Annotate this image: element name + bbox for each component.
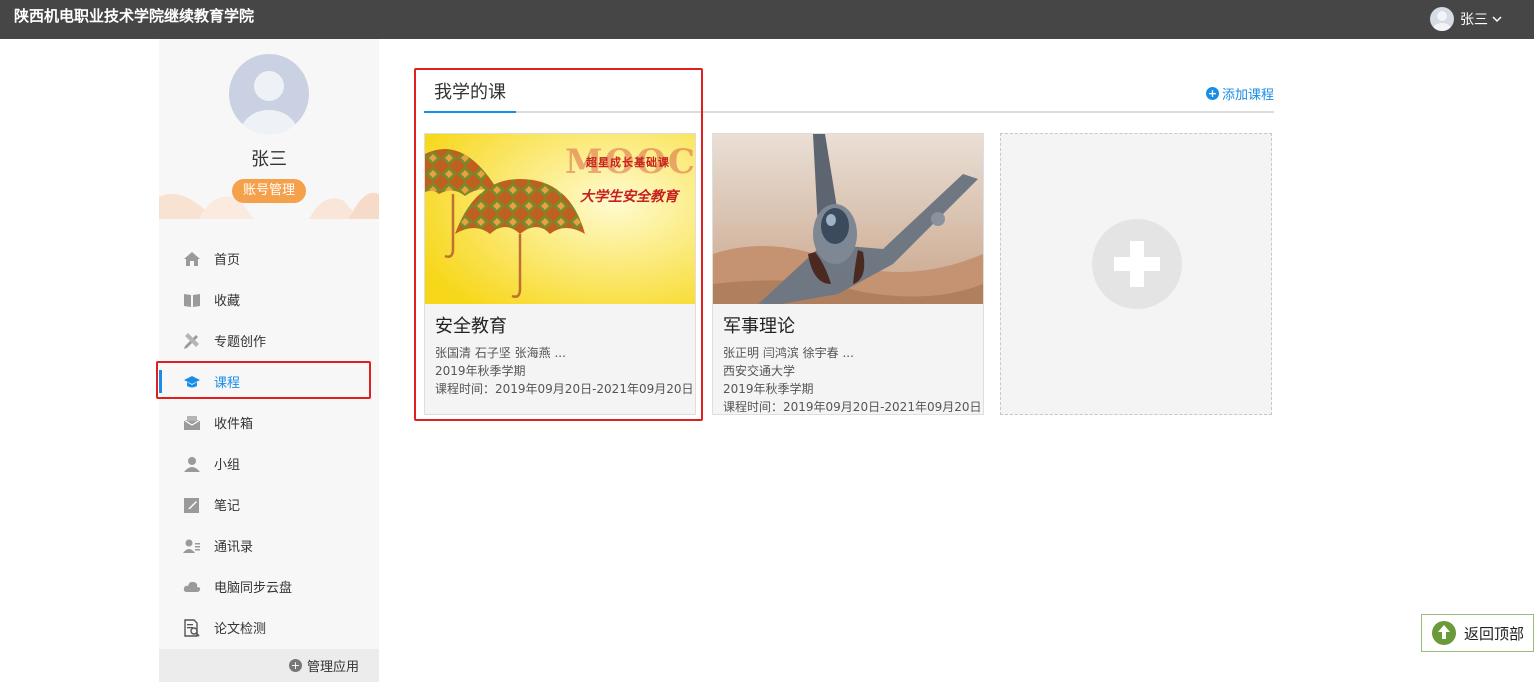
sidebar-item-groups[interactable]: 小组 (159, 443, 379, 484)
chevron-down-icon (1492, 16, 1502, 23)
manage-apps-label: 管理应用 (306, 660, 359, 675)
course-teachers: 张正明 闫鸿滨 徐宇春 ... (723, 346, 854, 360)
thumb-text-mooc: MOOC (565, 142, 695, 182)
add-circle (1092, 219, 1182, 309)
course-thumbnail (713, 134, 983, 304)
sidebar-nav: 首页 收藏 专题创作 课程 收件箱 小组 笔记 通讯录 电脑同步云盘 论文检测 (156, 238, 379, 648)
course-school: 西安交通大学 (723, 364, 796, 378)
sidebar-item-label: 电脑同步云盘 (214, 581, 293, 596)
course-tab-header: 我学的课 + 添加课程 (424, 70, 1274, 113)
sidebar-item-label: 专题创作 (214, 335, 267, 350)
course-thumbnail: 超星成长基础课 MOOC 大学生安全教育 (425, 134, 695, 304)
book-icon (183, 291, 201, 309)
note-icon (183, 496, 201, 514)
back-to-top-button[interactable]: 返回顶部 (1421, 614, 1534, 652)
course-term: 2019年秋季学期 (435, 364, 526, 378)
course-teachers: 张国清 石子坚 张海燕 ... (435, 346, 566, 360)
person-icon (183, 455, 201, 473)
add-course-label: 添加课程 (1221, 88, 1274, 103)
sidebar-item-label: 收藏 (214, 294, 241, 309)
sidebar-item-label: 课程 (214, 376, 241, 391)
sidebar-item-paper-check[interactable]: 论文检测 (159, 607, 379, 648)
course-period: 课程时间：2019年09月20日-2021年09月20日 (435, 382, 694, 396)
avatar[interactable] (229, 54, 309, 134)
profile-panel: 张三 账号管理 (159, 39, 379, 219)
sidebar-item-label: 论文检测 (214, 622, 267, 637)
graduation-cap-icon (183, 373, 201, 391)
user-menu[interactable]: 张三 (1430, 6, 1502, 32)
sidebar-item-inbox[interactable]: 收件箱 (159, 402, 379, 443)
plus-icon (1114, 241, 1160, 287)
sidebar-item-courses[interactable]: 课程 (156, 361, 379, 402)
plus-circle-icon: + (1205, 87, 1219, 100)
sidebar: 张三 账号管理 首页 收藏 专题创作 课程 收件箱 小组 笔记 通讯录 电脑同步… (156, 39, 379, 682)
sidebar-item-label: 收件箱 (214, 417, 254, 432)
contacts-icon (183, 537, 201, 555)
account-manage-button[interactable]: 账号管理 (232, 179, 306, 203)
add-course-card[interactable] (1000, 133, 1272, 415)
sidebar-item-cloud-drive[interactable]: 电脑同步云盘 (159, 566, 379, 607)
course-card-safety[interactable]: 超星成长基础课 MOOC 大学生安全教育 安全教育 张国清 石子坚 张海燕 ..… (424, 133, 696, 415)
thumb-text-bottom: 大学生安全教育 (580, 189, 678, 205)
sidebar-item-label: 小组 (214, 458, 241, 473)
course-period: 课程时间：2019年09月20日-2021年09月20日 (723, 400, 982, 414)
arrow-up-icon (1432, 621, 1456, 645)
profile-name: 张三 (251, 149, 287, 170)
course-title: 安全教育 (435, 316, 507, 337)
course-term: 2019年秋季学期 (723, 382, 814, 396)
course-card-military[interactable]: 军事理论 张正明 闫鸿滨 徐宇春 ... 西安交通大学 2019年秋季学期 课程… (712, 133, 984, 415)
sidebar-item-favorites[interactable]: 收藏 (159, 279, 379, 320)
sidebar-item-label: 首页 (214, 253, 241, 268)
manage-apps-button[interactable]: + 管理应用 (159, 649, 379, 682)
add-course-link[interactable]: + 添加课程 (1205, 84, 1274, 103)
pencil-ruler-icon (183, 332, 201, 350)
top-bar: 陕西机电职业技术学院继续教育学院 张三 (0, 0, 1534, 39)
course-title: 军事理论 (723, 316, 795, 337)
back-to-top-label: 返回顶部 (1464, 624, 1525, 643)
site-title: 陕西机电职业技术学院继续教育学院 (14, 7, 255, 25)
main-content: 我学的课 + 添加课程 超星成长基础课 MOOC 大学生安全教育 安全教育 张国… (414, 68, 1274, 430)
plus-circle-icon: + (288, 659, 302, 672)
tab-my-courses[interactable]: 我学的课 (424, 78, 516, 113)
cloud-icon (183, 578, 201, 596)
sidebar-item-topic-creation[interactable]: 专题创作 (159, 320, 379, 361)
home-icon (183, 250, 201, 268)
sidebar-item-label: 通讯录 (214, 540, 254, 555)
sidebar-item-home[interactable]: 首页 (159, 238, 379, 279)
sidebar-item-label: 笔记 (214, 499, 241, 514)
user-name: 张三 (1460, 12, 1488, 28)
sidebar-item-contacts[interactable]: 通讯录 (159, 525, 379, 566)
inbox-icon (183, 414, 201, 432)
sidebar-item-notes[interactable]: 笔记 (159, 484, 379, 525)
user-avatar-icon (1430, 7, 1454, 31)
document-check-icon (183, 618, 201, 637)
